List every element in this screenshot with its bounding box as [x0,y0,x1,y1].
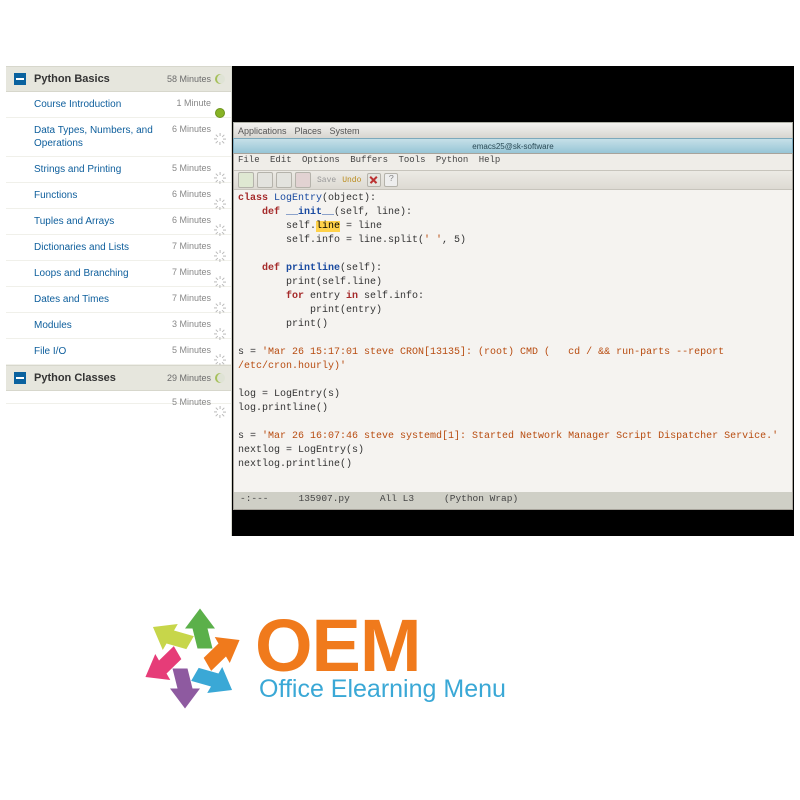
emacs-window: File Edit Options Buffers Tools Python H… [233,153,793,510]
lesson-item[interactable]: 5 Minutes [6,391,231,404]
loading-spinner-icon [215,303,225,313]
emacs-modeline: -:--- 135907.py All L3 (Python Wrap) [234,492,792,509]
loading-spinner-icon [215,277,225,287]
emacs-menu-python[interactable]: Python [436,155,468,165]
brand-title: OEM [255,613,421,680]
toolbar-kill-icon[interactable] [295,172,311,188]
app-window: Python Basics 58 Minutes Course Introducti… [6,66,794,536]
lesson-link[interactable]: Strings and Printing [34,163,174,176]
window-titlebar[interactable]: emacs25@sk-software [233,138,793,154]
lesson-duration: 5 Minutes [172,345,211,355]
lesson-item[interactable]: Data Types, Numbers, and Operations6 Min… [6,118,231,157]
loading-spinner-icon [215,173,225,183]
collapse-icon[interactable] [14,372,26,384]
gnome-menu-places[interactable]: Places [295,126,322,136]
loading-spinner-icon [215,355,225,365]
lesson-duration: 6 Minutes [172,124,211,134]
lesson-duration: 7 Minutes [172,293,211,303]
lesson-item[interactable]: Course Introduction1 Minute [6,92,231,118]
course-sidebar: Python Basics 58 Minutes Course Introducti… [6,66,232,536]
brand-logo: OEM Office Elearning Menu [130,596,506,721]
loading-spinner-icon [215,134,225,144]
lesson-item[interactable]: Loops and Branching7 Minutes [6,261,231,287]
loading-spinner-icon [215,329,225,339]
emacs-menubar: File Edit Options Buffers Tools Python H… [234,154,792,171]
toolbar-save-label[interactable]: Save [317,176,336,185]
lesson-item[interactable]: Dictionaries and Lists7 Minutes [6,235,231,261]
section-header[interactable]: Python Basics 58 Minutes [6,66,231,92]
modeline-status: -:--- [240,493,269,508]
lesson-duration: 7 Minutes [172,267,211,277]
lesson-duration: 6 Minutes [172,215,211,225]
modeline-mode: (Python Wrap) [444,493,518,508]
section-header[interactable]: Python Classes 29 Minutes [6,365,231,391]
lesson-link[interactable]: Functions [34,189,174,202]
gnome-menu-system[interactable]: System [330,126,360,136]
emacs-menu-help[interactable]: Help [479,155,501,165]
emacs-menu-file[interactable]: File [238,155,260,165]
toolbar-new-icon[interactable] [238,172,254,188]
emacs-menu-buffers[interactable]: Buffers [350,155,388,165]
loading-spinner-icon [215,251,225,261]
lesson-item[interactable]: File I/O5 Minutes [6,339,231,365]
lesson-link[interactable]: Loops and Branching [34,267,174,280]
toolbar-dir-icon[interactable] [276,172,292,188]
section-title: Python Basics [34,73,110,85]
lesson-link[interactable]: Modules [34,319,174,332]
video-panel: Applications Places System emacs25@sk-so… [232,66,794,536]
loading-spinner-icon [215,407,225,417]
progress-pie-icon [215,373,225,383]
complete-icon [215,108,225,118]
loading-spinner-icon [215,199,225,209]
lesson-link[interactable]: Tuples and Arrays [34,215,174,228]
toolbar-open-icon[interactable] [257,172,273,188]
section-duration: 58 Minutes [167,74,211,84]
lesson-link[interactable]: Data Types, Numbers, and Operations [34,124,174,150]
toolbar-help-icon[interactable]: ? [384,173,398,187]
lesson-item[interactable]: Modules3 Minutes [6,313,231,339]
toolbar-close-icon[interactable] [367,173,381,187]
lesson-link[interactable]: Dictionaries and Lists [34,241,174,254]
lesson-link[interactable]: Dates and Times [34,293,174,306]
lesson-item[interactable]: Functions6 Minutes [6,183,231,209]
lesson-link[interactable]: File I/O [34,345,174,358]
lesson-item[interactable]: Dates and Times7 Minutes [6,287,231,313]
modeline-filename: 135907.py [299,493,350,508]
lesson-item[interactable]: Strings and Printing5 Minutes [6,157,231,183]
arrows-logo-icon [130,596,255,721]
lesson-duration: 1 Minute [176,98,211,108]
emacs-menu-edit[interactable]: Edit [270,155,292,165]
gnome-top-panel: Applications Places System [233,122,793,139]
emacs-toolbar: Save Undo ? [234,171,792,190]
lesson-link[interactable]: Course Introduction [34,98,174,111]
section-duration: 29 Minutes [167,373,211,383]
gnome-menu-applications[interactable]: Applications [238,126,287,136]
brand-subtitle: Office Elearning Menu [259,675,506,704]
toolbar-undo-label[interactable]: Undo [342,176,361,185]
lesson-duration: 6 Minutes [172,189,211,199]
loading-spinner-icon [215,225,225,235]
lesson-duration: 5 Minutes [172,397,211,407]
lesson-duration: 3 Minutes [172,319,211,329]
progress-pie-icon [215,74,225,84]
lesson-item[interactable]: Tuples and Arrays6 Minutes [6,209,231,235]
lesson-duration: 7 Minutes [172,241,211,251]
emacs-menu-options[interactable]: Options [302,155,340,165]
emacs-menu-tools[interactable]: Tools [398,155,425,165]
emacs-editor[interactable]: class LogEntry(object): def __init__(sel… [234,190,792,474]
collapse-icon[interactable] [14,73,26,85]
modeline-position: All L3 [380,493,414,508]
lesson-duration: 5 Minutes [172,163,211,173]
section-title: Python Classes [34,372,116,384]
